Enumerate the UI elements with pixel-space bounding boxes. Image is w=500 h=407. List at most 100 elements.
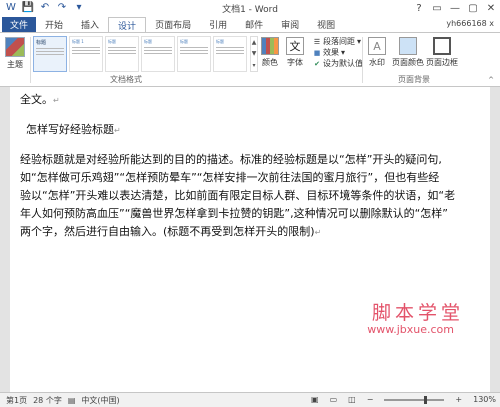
- zoom-out-icon[interactable]: −: [367, 395, 374, 404]
- style-set-thumbnail[interactable]: 标题: [33, 36, 67, 72]
- set-default-button[interactable]: ✔ 设为默认值: [313, 58, 363, 69]
- read-mode-icon[interactable]: ▣: [311, 395, 319, 404]
- doc-para-line: 如“怎样做可乐鸡翅”“怎样预防晕车”“怎样安排一次前往法国的蜜月旅行”，但也有些…: [20, 171, 440, 184]
- thumb-label: 标题: [180, 39, 188, 44]
- print-layout-icon[interactable]: ▭: [330, 395, 338, 404]
- minimize-button[interactable]: —: [446, 0, 464, 16]
- divider: [30, 37, 31, 83]
- dropdown-icon: ▾: [357, 37, 362, 46]
- zoom-slider[interactable]: [384, 395, 445, 404]
- thumb-label: 标题: [36, 40, 47, 46]
- thumb-label: 标题: [108, 39, 116, 44]
- colors-icon: [261, 37, 279, 55]
- maximize-button[interactable]: ▢: [464, 0, 482, 16]
- doc-para-line: 年人如何预防高血压”“魔兽世界怎样拿到卡拉赞的钥匙”,这种情况可以删除默认的“怎…: [20, 207, 448, 220]
- tab-home[interactable]: 开始: [36, 17, 72, 32]
- text-run: 两个字，然后进行自由输入。(标题不再受到怎样开头的限制): [20, 225, 315, 238]
- doc-heading: 怎样写好经验标题↵: [26, 121, 121, 140]
- colors-label: 颜色: [262, 58, 278, 67]
- account-name[interactable]: yh666168 x: [446, 19, 494, 28]
- paragraph-mark: ↵: [114, 126, 121, 135]
- document-area: 全文。↵ 怎样写好经验标题↵ 经验标题就是对经验所能达到的目的的描述。标准的经验…: [0, 87, 500, 392]
- page-borders-label: 页面边框: [426, 58, 458, 67]
- group-label-page-background: 页面背景: [398, 75, 430, 84]
- gallery-scroll[interactable]: ▲ ▼ ▾: [250, 36, 258, 72]
- tab-mailings[interactable]: 邮件: [236, 17, 272, 32]
- fonts-label: 字体: [287, 58, 303, 67]
- tab-file[interactable]: 文件: [2, 17, 37, 32]
- themes-button[interactable]: 主题: [4, 37, 26, 70]
- style-set-gallery: 标题 标题 1 标题 标题 标题 标题: [33, 36, 248, 72]
- style-set-thumbnail[interactable]: 标题: [177, 36, 211, 72]
- fonts-icon: 文: [286, 37, 304, 55]
- title-bar: W 💾 ↶ ↷ ▾ 文档1 - Word ? ▭ — ▢ ✕: [0, 0, 500, 16]
- scroll-up-icon[interactable]: ▲: [251, 39, 257, 46]
- divider: [362, 37, 363, 83]
- help-button[interactable]: ?: [410, 0, 428, 16]
- paragraph-spacing-label: 段落间距: [323, 37, 355, 46]
- effects-label: 效果: [323, 48, 339, 57]
- paragraph-spacing-icon: ☰: [313, 37, 321, 46]
- doc-para-line: 经验标题就是对经验所能达到的目的的描述。标准的经验标题是以“怎样”开头的疑问句,: [20, 153, 442, 166]
- language-status[interactable]: 中文(中国): [81, 395, 119, 406]
- watermark-text: 脚本学堂: [371, 302, 464, 324]
- tab-insert[interactable]: 插入: [72, 17, 108, 32]
- format-options: ☰ 段落间距 ▾ ■ 效果 ▾ ✔ 设为默认值: [313, 36, 363, 69]
- ribbon-tabs: 文件 开始 插入 设计 页面布局 引用 邮件 审阅 视图 yh666168 x: [0, 16, 500, 32]
- tab-view[interactable]: 视图: [308, 17, 344, 32]
- tab-review[interactable]: 审阅: [272, 17, 308, 32]
- collapse-ribbon-icon[interactable]: ^: [488, 76, 494, 84]
- style-set-thumbnail[interactable]: 标题: [105, 36, 139, 72]
- colors-button[interactable]: 颜色: [261, 37, 279, 68]
- effects-button[interactable]: ■ 效果 ▾: [313, 47, 363, 58]
- web-layout-icon[interactable]: ◫: [348, 395, 356, 404]
- page-color-button[interactable]: 页面颜色: [392, 37, 424, 68]
- tab-design[interactable]: 设计: [108, 17, 147, 32]
- themes-label: 主题: [7, 60, 23, 69]
- page-color-label: 页面颜色: [392, 58, 424, 67]
- watermark-label: 水印: [369, 58, 385, 67]
- paragraph-spacing-button[interactable]: ☰ 段落间距 ▾: [313, 36, 363, 47]
- style-set-thumbnail[interactable]: 标题: [141, 36, 175, 72]
- paragraph-mark: ↵: [53, 96, 60, 105]
- proofing-icon[interactable]: ▤: [68, 396, 76, 405]
- style-set-thumbnail[interactable]: 标题 1: [69, 36, 103, 72]
- page-borders-icon: [433, 37, 451, 55]
- gallery-more-icon[interactable]: ▾: [251, 62, 257, 69]
- window-controls: ? ▭ — ▢ ✕: [410, 0, 500, 16]
- tab-page-layout[interactable]: 页面布局: [146, 17, 200, 32]
- document-page[interactable]: 全文。↵ 怎样写好经验标题↵ 经验标题就是对经验所能达到的目的的描述。标准的经验…: [10, 87, 490, 392]
- set-default-label: 设为默认值: [323, 59, 363, 68]
- doc-line: 全文。↵: [20, 91, 60, 110]
- tab-references[interactable]: 引用: [200, 17, 236, 32]
- paragraph-mark: ↵: [314, 228, 322, 237]
- fonts-button[interactable]: 文 字体: [286, 37, 304, 68]
- zoom-in-icon[interactable]: +: [455, 395, 462, 404]
- ribbon: 主题 标题 标题 1 标题 标题 标题 标题 ▲ ▼ ▾ 文档格式 颜色 文 字体 …: [0, 32, 500, 87]
- zoom-thumb[interactable]: [424, 395, 428, 404]
- word-count[interactable]: 28 个字: [33, 395, 62, 406]
- heading-text: 怎样写好经验标题: [26, 123, 114, 136]
- style-set-thumbnail[interactable]: 标题: [213, 36, 247, 72]
- page-borders-button[interactable]: 页面边框: [426, 37, 458, 68]
- thumb-label: 标题: [144, 39, 152, 44]
- status-bar: 第1页 28 个字 ▤ 中文(中国) ▣ ▭ ◫ − + 130%: [0, 392, 500, 407]
- page-count[interactable]: 第1页: [6, 395, 27, 406]
- thumb-label: 标题 1: [72, 39, 84, 44]
- scroll-down-icon[interactable]: ▼: [251, 50, 257, 57]
- group-label-doc-format: 文档格式: [110, 75, 142, 84]
- text-run: 全文。: [20, 93, 53, 106]
- doc-para-line: 验以“怎样”开头难以表达清楚，比如前面有限定目标人群、目标环境等条件的状语，如“…: [20, 189, 456, 202]
- themes-icon: [5, 37, 25, 57]
- watermark-icon: A: [368, 37, 386, 55]
- zoom-level[interactable]: 130%: [473, 395, 496, 404]
- close-button[interactable]: ✕: [482, 0, 500, 16]
- view-zoom-controls: ▣ ▭ ◫ − + 130%: [305, 395, 496, 404]
- watermark-url: www.jbxue.com: [367, 323, 454, 336]
- page-color-icon: [399, 37, 417, 55]
- effects-icon: ■: [313, 48, 321, 57]
- watermark-button[interactable]: A 水印: [368, 37, 386, 68]
- checkmark-icon: ✔: [314, 59, 320, 68]
- doc-para-line: 两个字，然后进行自由输入。(标题不再受到怎样开头的限制)↵: [20, 223, 321, 242]
- ribbon-display-button[interactable]: ▭: [428, 0, 446, 16]
